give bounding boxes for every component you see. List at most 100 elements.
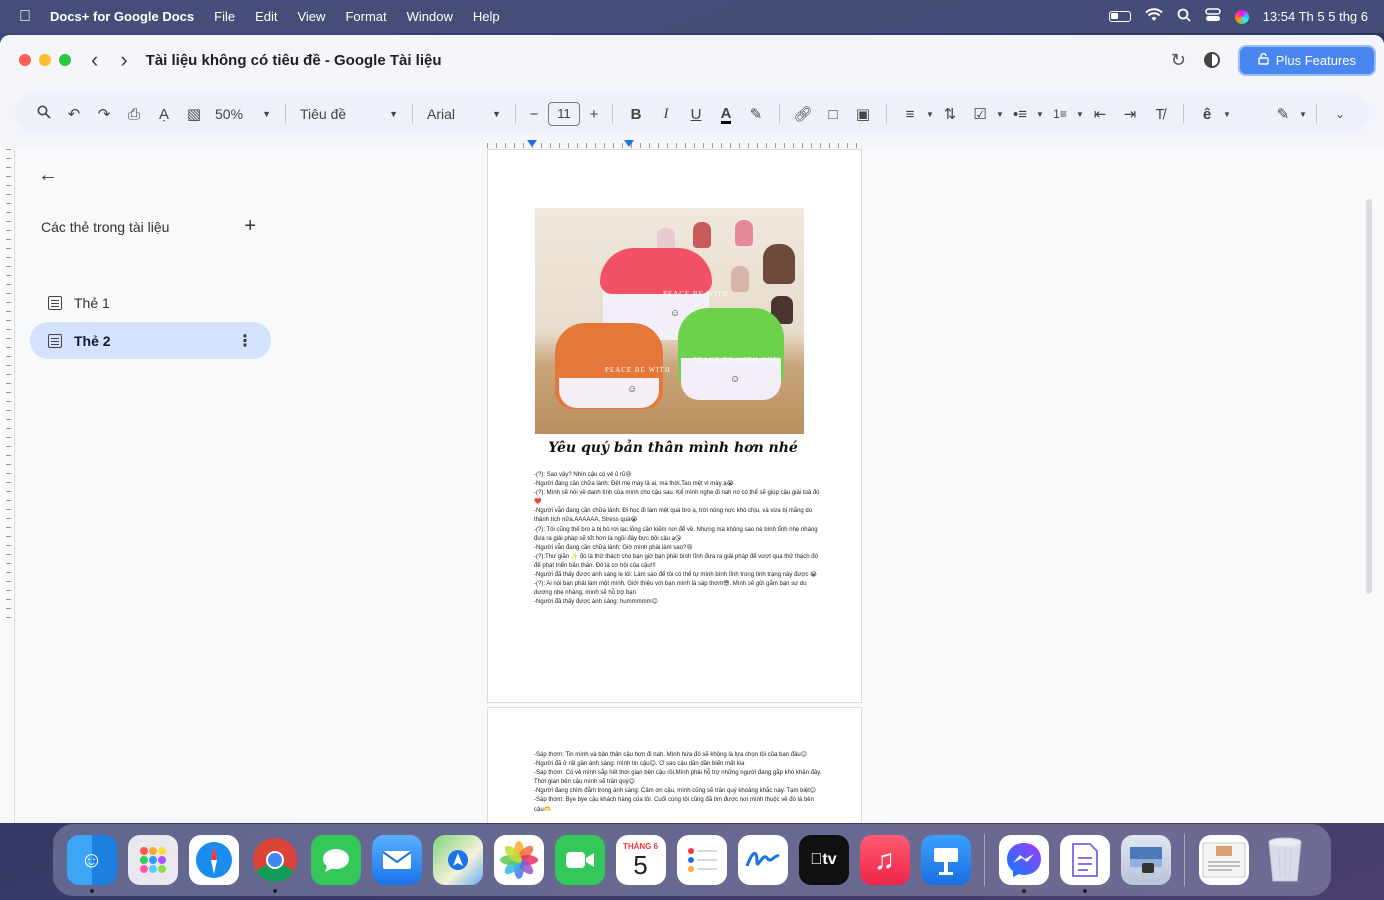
reload-icon[interactable]: ↻ xyxy=(1171,50,1186,71)
increase-font-size-icon[interactable]: + xyxy=(584,106,604,123)
page-1-body-text[interactable]: -(?): Sao vậy? Nhìn cậu có vẻ ủ rũ😢 -Ngư… xyxy=(534,471,824,607)
chrome-icon[interactable] xyxy=(250,835,300,893)
collapse-toolbar-icon[interactable]: ⌄ xyxy=(1325,107,1355,121)
candle-jars-photo[interactable]: PEACE BE WITH ☺ PEACE BE WITH ☺ PEACE BE… xyxy=(535,208,804,434)
chevron-down-icon[interactable]: ▼ xyxy=(1298,110,1308,119)
apple-icon[interactable]:  xyxy=(0,8,50,26)
chevron-down-icon[interactable]: ▼ xyxy=(1035,110,1045,119)
menu-help[interactable]: Help xyxy=(463,9,510,24)
docs-plus-icon[interactable] xyxy=(1059,835,1110,893)
chevron-down-icon[interactable]: ▼ xyxy=(1075,110,1085,119)
font-dropdown[interactable]: Arial ▼ xyxy=(421,106,507,122)
toolbar-divider xyxy=(612,104,613,124)
menu-window[interactable]: Window xyxy=(397,9,463,24)
running-indicator xyxy=(1082,889,1087,893)
document-page-2[interactable]: -Sáp thơm: Tin mình và bản thân cậu hơn … xyxy=(487,707,862,823)
chevron-down-icon[interactable]: ▼ xyxy=(925,110,935,119)
forward-nav-icon[interactable]: › xyxy=(120,49,127,71)
menu-edit[interactable]: Edit xyxy=(245,9,287,24)
messages-icon[interactable] xyxy=(310,835,361,885)
back-nav-icon[interactable]: ‹ xyxy=(91,49,98,71)
jar-label: PEACE BE WITH YOU xyxy=(693,356,780,364)
jar-face: ☺ xyxy=(627,384,638,395)
maps-icon[interactable] xyxy=(432,835,483,885)
highlight-pen-icon[interactable]: ✎ xyxy=(741,105,771,123)
launchpad-icon[interactable] xyxy=(127,835,178,885)
zoom-dropdown[interactable]: 50% ▼ xyxy=(209,106,277,122)
input-tools-icon[interactable]: ê xyxy=(1192,106,1222,123)
battery-icon[interactable] xyxy=(1108,11,1131,22)
document-heading[interactable]: Yêu quý bản thân mình hơn nhé xyxy=(528,440,818,456)
bulleted-list-icon[interactable]: •≡ xyxy=(1005,106,1035,123)
chevron-down-icon[interactable]: ▼ xyxy=(1222,110,1232,119)
editing-mode-icon[interactable]: ✎ xyxy=(1268,105,1298,123)
bold-button[interactable]: B xyxy=(621,106,651,123)
menu-format[interactable]: Format xyxy=(335,9,396,24)
spellcheck-icon[interactable]: Ạ xyxy=(149,106,179,123)
menu-view[interactable]: View xyxy=(287,9,335,24)
toy-figure xyxy=(731,266,749,292)
add-tab-icon[interactable]: + xyxy=(244,215,256,238)
print-icon[interactable]: ⎙ xyxy=(119,106,149,123)
control-center-icon[interactable] xyxy=(1204,8,1221,25)
page-2-body-text[interactable]: -Sáp thơm: Tin mình và bản thân cậu hơn … xyxy=(534,751,824,815)
music-icon[interactable]: ♫ xyxy=(859,835,910,885)
font-size-input[interactable]: 11 xyxy=(548,102,580,126)
paragraph-style-dropdown[interactable]: Tiêu đề ▼ xyxy=(294,106,404,122)
redo-icon[interactable]: ↷ xyxy=(89,105,119,123)
photos-icon[interactable] xyxy=(493,835,544,885)
sidebar-item-tab-2[interactable]: Thẻ 2 ⋮ xyxy=(30,322,271,359)
siri-icon[interactable] xyxy=(1234,9,1249,24)
decrease-font-size-icon[interactable]: − xyxy=(524,106,544,123)
add-comment-icon[interactable]: □ xyxy=(818,106,848,123)
insert-image-icon[interactable]: ▣ xyxy=(848,105,878,123)
keynote-icon[interactable] xyxy=(920,835,971,885)
back-arrow-icon[interactable]: ← xyxy=(38,164,58,187)
clear-formatting-icon[interactable]: T̸ xyxy=(1145,106,1175,123)
vertical-ruler[interactable] xyxy=(6,149,14,619)
calendar-icon[interactable]: THÁNG 6 5 xyxy=(615,835,666,885)
insert-link-icon[interactable]: 🔗︎ xyxy=(788,105,818,123)
reminders-icon[interactable] xyxy=(676,835,727,885)
apple-tv-icon[interactable]: tv xyxy=(798,835,849,885)
safari-icon[interactable] xyxy=(188,835,239,885)
paint-format-icon[interactable]: ▧ xyxy=(179,105,209,123)
finder-icon[interactable]: ☺ xyxy=(66,835,117,893)
document-title: Tài liệu không có tiêu đề - Google Tài l… xyxy=(145,51,442,69)
sidebar-item-tab-1[interactable]: Thẻ 1 xyxy=(30,284,271,321)
plus-features-button[interactable]: Plus Features xyxy=(1237,44,1376,76)
spotlight-search-icon[interactable] xyxy=(1177,8,1191,25)
zoom-window-button[interactable] xyxy=(59,54,71,66)
preview-icon[interactable] xyxy=(1120,835,1171,885)
menubar-clock[interactable]: 13:54 Th 5 5 thg 6 xyxy=(1263,9,1368,24)
undo-icon[interactable]: ↶ xyxy=(59,105,89,123)
document-thumbnail-icon[interactable] xyxy=(1198,835,1249,885)
trash-icon[interactable] xyxy=(1260,835,1310,885)
app-name-menu[interactable]: Docs+ for Google Docs xyxy=(50,9,204,24)
increase-indent-icon[interactable]: ⇥ xyxy=(1115,105,1145,123)
line-spacing-icon[interactable]: ⇅ xyxy=(935,105,965,123)
decrease-indent-icon[interactable]: ⇤ xyxy=(1085,105,1115,123)
left-indent-marker[interactable] xyxy=(527,140,537,147)
right-indent-marker[interactable] xyxy=(624,140,634,147)
more-options-icon[interactable]: ⋮ xyxy=(237,331,253,351)
numbered-list-icon[interactable]: 1≡ xyxy=(1045,107,1075,121)
wifi-icon[interactable] xyxy=(1145,8,1163,25)
theme-toggle-icon[interactable] xyxy=(1203,52,1220,68)
italic-button[interactable]: I xyxy=(651,106,681,123)
minimize-window-button[interactable] xyxy=(39,54,51,66)
freeform-icon[interactable] xyxy=(737,835,788,885)
underline-button[interactable]: U xyxy=(681,106,711,123)
checklist-icon[interactable]: ☑ xyxy=(965,105,995,123)
mail-icon[interactable] xyxy=(371,835,422,885)
facetime-icon[interactable] xyxy=(554,835,605,885)
close-window-button[interactable] xyxy=(19,54,31,66)
text-color-button[interactable]: A xyxy=(711,105,741,124)
document-page-1[interactable]: PEACE BE WITH ☺ PEACE BE WITH ☺ PEACE BE… xyxy=(487,149,862,703)
messenger-icon[interactable] xyxy=(998,835,1049,893)
chevron-down-icon[interactable]: ▼ xyxy=(995,110,1005,119)
vertical-scrollbar[interactable] xyxy=(1366,199,1372,594)
menu-file[interactable]: File xyxy=(204,9,245,24)
align-left-icon[interactable]: ≡ xyxy=(895,106,925,123)
search-menus-icon[interactable] xyxy=(29,105,59,123)
